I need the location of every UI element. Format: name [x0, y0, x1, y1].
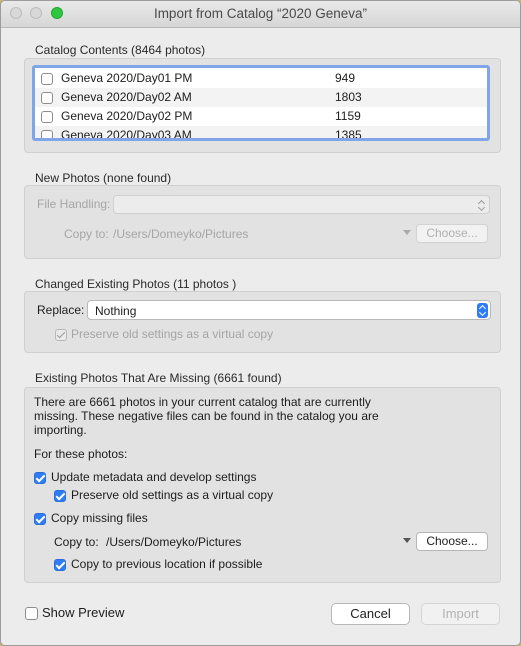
new-choose-button[interactable]: Choose...: [416, 224, 488, 243]
file-handling-select[interactable]: [113, 195, 490, 214]
select-stepper-icon: [477, 303, 488, 318]
list-item[interactable]: Geneva 2020/Day02 PM 1159: [35, 107, 487, 126]
list-item[interactable]: Geneva 2020/Day03 AM 1385: [35, 126, 487, 141]
folder-name: Geneva 2020/Day03 AM: [61, 128, 192, 141]
for-these-photos-label: For these photos:: [34, 447, 128, 461]
replace-value: Nothing: [95, 304, 137, 318]
catalog-folder-list[interactable]: Geneva 2020/Day01 PM 949 Geneva 2020/Day…: [32, 65, 490, 141]
changed-preserve-checkbox[interactable]: [55, 329, 67, 341]
changed-preserve-label: Preserve old settings as a virtual copy: [71, 327, 274, 341]
new-copy-to-label: Copy to:: [64, 227, 109, 241]
replace-label: Replace:: [37, 303, 85, 317]
cancel-button[interactable]: Cancel: [331, 603, 410, 625]
folder-count: 1385: [335, 128, 362, 141]
missing-preserve-checkbox[interactable]: [54, 490, 66, 502]
changed-photos-label: Changed Existing Photos (11 photos ): [35, 277, 237, 291]
window-title: Import from Catalog “2020 Geneva”: [153, 6, 368, 21]
copy-missing-checkbox[interactable]: [34, 513, 46, 525]
new-copy-to-path: /Users/Domeyko/Pictures: [113, 227, 249, 241]
folder-checkbox[interactable]: [41, 130, 53, 138]
update-metadata-label: Update metadata and develop settings: [51, 470, 257, 484]
folder-name: Geneva 2020/Day02 AM: [61, 90, 192, 104]
chevron-down-icon[interactable]: [403, 230, 411, 235]
missing-photos-label: Existing Photos That Are Missing (6661 f…: [35, 371, 282, 385]
import-dialog: Import from Catalog “2020 Geneva” Catalo…: [0, 0, 521, 646]
missing-description-line: There are 6661 photos in your current ca…: [34, 395, 371, 409]
missing-description-line: missing. These negative files can be fou…: [34, 409, 379, 423]
copy-missing-label: Copy missing files: [51, 511, 148, 525]
missing-choose-button[interactable]: Choose...: [416, 532, 488, 551]
copy-prev-location-checkbox[interactable]: [54, 559, 66, 571]
file-handling-label: File Handling:: [37, 197, 111, 211]
missing-copy-to-path: /Users/Domeyko/Pictures: [106, 535, 242, 549]
list-item[interactable]: Geneva 2020/Day01 PM 949: [35, 69, 487, 88]
select-stepper-icon: [476, 198, 487, 213]
chevron-down-icon[interactable]: [403, 538, 411, 543]
folder-checkbox[interactable]: [41, 111, 53, 123]
folder-name: Geneva 2020/Day01 PM: [61, 71, 193, 85]
folder-count: 1803: [335, 90, 362, 104]
show-preview-label: Show Preview: [42, 605, 125, 620]
show-preview-checkbox[interactable]: [25, 607, 38, 620]
folder-count: 1159: [335, 109, 361, 123]
list-item[interactable]: Geneva 2020/Day02 AM 1803: [35, 88, 487, 107]
update-metadata-checkbox[interactable]: [34, 472, 46, 484]
replace-select[interactable]: Nothing: [87, 300, 491, 320]
copy-prev-location-label: Copy to previous location if possible: [71, 557, 263, 571]
missing-copy-to-label: Copy to:: [54, 535, 99, 549]
catalog-contents-label: Catalog Contents (8464 photos): [35, 43, 206, 57]
folder-count: 949: [335, 71, 356, 85]
title-bar: Import from Catalog “2020 Geneva”: [1, 1, 520, 28]
folder-name: Geneva 2020/Day02 PM: [61, 109, 193, 123]
folder-checkbox[interactable]: [41, 73, 53, 85]
missing-preserve-label: Preserve old settings as a virtual copy: [71, 488, 274, 502]
new-photos-label: New Photos (none found): [35, 171, 172, 185]
missing-description-line: importing.: [34, 423, 87, 437]
folder-checkbox[interactable]: [41, 92, 53, 104]
import-button[interactable]: Import: [421, 603, 500, 625]
